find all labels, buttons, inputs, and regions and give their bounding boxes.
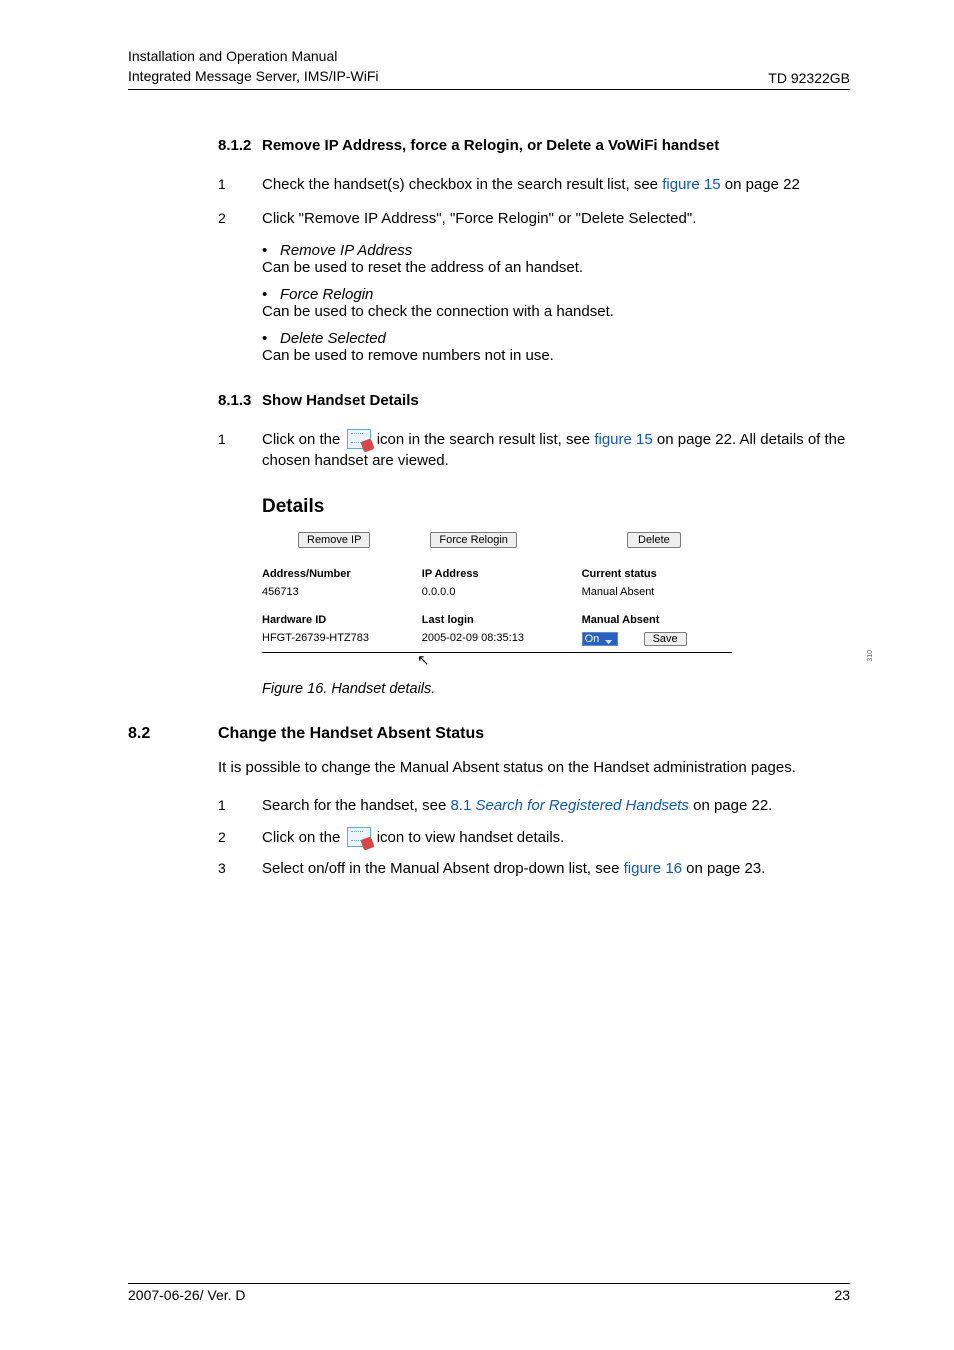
text: Click on the [262,431,345,448]
address-number-label: Address/Number [262,568,412,580]
cursor-icon: ↖ [417,651,732,669]
step-2: 2 Click on the icon to view handset deta… [218,827,850,849]
step-number: 3 [218,858,262,880]
save-button[interactable]: Save [644,632,687,646]
ip-address-label: IP Address [422,568,572,580]
step-number: 1 [218,174,262,196]
link-8-1[interactable]: 8.1 [450,797,475,814]
bullet-dot-icon: • [262,330,280,347]
step-number: 2 [218,827,262,849]
side-marker: 310 [867,650,874,662]
text: on page 22 [721,176,800,193]
section-number: 8.1.3 [218,392,262,409]
text: Search for the handset, see [262,797,450,814]
header-left: Installation and Operation Manual Integr… [128,47,379,86]
page-header: Installation and Operation Manual Integr… [128,47,850,90]
step-number: 2 [218,208,262,230]
page-footer: 2007-06-26/ Ver. D 23 [128,1283,850,1303]
last-login-value: 2005-02-09 08:35:13 [422,632,572,644]
force-relogin-button[interactable]: Force Relogin [430,532,516,548]
link-figure-16[interactable]: figure 16 [624,860,682,877]
text: icon in the search result list, see [373,431,595,448]
text: Select on/off in the Manual Absent drop-… [262,860,624,877]
remove-ip-button[interactable]: Remove IP [298,532,370,548]
bullet-title: Force Relogin [280,286,373,303]
manual-absent-label: Manual Absent [582,614,732,626]
link-figure-15[interactable]: figure 15 [594,431,652,448]
details-button-row: Remove IP Force Relogin Delete [262,532,732,548]
figure-caption: Figure 16. Handset details. [262,681,850,697]
bullet-title: Delete Selected [280,330,386,347]
header-line1: Installation and Operation Manual [128,47,379,67]
bullet-dot-icon: • [262,242,280,259]
step-text: Select on/off in the Manual Absent drop-… [262,858,850,880]
bullet-desc: Can be used to reset the address of an h… [262,259,850,276]
step-number: 1 [218,429,262,473]
text: icon to view handset details. [373,829,565,846]
text: on page 22. [689,797,772,814]
heading-8-1-2: 8.1.2 Remove IP Address, force a Relogin… [218,137,850,154]
hardware-id-label: Hardware ID [262,614,412,626]
section-number: 8.2 [128,725,218,743]
step-text: Click on the icon to view handset detail… [262,827,850,849]
text: Click on the [262,829,345,846]
ip-address-value: 0.0.0.0 [422,586,572,598]
bullet-force-relogin: •Force Relogin Can be used to check the … [262,286,850,320]
step-1: 1 Check the handset(s) checkbox in the s… [218,174,850,196]
current-status-label: Current status [582,568,732,580]
page-content: 8.1.2 Remove IP Address, force a Relogin… [128,137,850,880]
section-title: Remove IP Address, force a Relogin, or D… [262,137,850,154]
last-login-label: Last login [422,614,572,626]
section-title: Change the Handset Absent Status [218,725,850,743]
step-text: Search for the handset, see 8.1 Search f… [262,795,850,817]
bullet-dot-icon: • [262,286,280,303]
step-text: Check the handset(s) checkbox in the sea… [262,174,850,196]
details-panel: Details Remove IP Force Relogin Delete A… [262,496,732,669]
details-title: Details [262,496,732,518]
edit-note-icon [347,827,371,847]
step-3: 3 Select on/off in the Manual Absent dro… [218,858,850,880]
footer-left: 2007-06-26/ Ver. D [128,1287,246,1303]
step-text: Click on the icon in the search result l… [262,429,850,473]
step-2: 2 Click "Remove IP Address", "Force Relo… [218,208,850,230]
section-number: 8.1.2 [218,137,262,154]
heading-8-1-3: 8.1.3 Show Handset Details [218,392,850,409]
details-row-2: Hardware ID HFGT-26739-HTZ783 Last login… [262,614,732,653]
delete-button[interactable]: Delete [627,532,681,548]
link-search-registered[interactable]: Search for Registered Handsets [475,797,688,814]
step-text: Click "Remove IP Address", "Force Relogi… [262,208,850,230]
section-title: Show Handset Details [262,392,850,409]
edit-note-icon [347,429,371,449]
text: Check the handset(s) checkbox in the sea… [262,176,662,193]
step-number: 1 [218,795,262,817]
bullet-title: Remove IP Address [280,242,412,259]
bullet-desc: Can be used to remove numbers not in use… [262,347,850,364]
bullet-list: •Remove IP Address Can be used to reset … [262,242,850,364]
step-1: 1 Search for the handset, see 8.1 Search… [218,795,850,817]
bullet-delete-selected: •Delete Selected Can be used to remove n… [262,330,850,364]
footer-right: 23 [834,1287,850,1303]
details-row-1: Address/Number 456713 IP Address 0.0.0.0… [262,568,732,598]
header-right: TD 92322GB [768,70,850,86]
figure-16: Details Remove IP Force Relogin Delete A… [262,496,850,697]
intro-paragraph: It is possible to change the Manual Abse… [218,757,850,779]
bullet-remove-ip: •Remove IP Address Can be used to reset … [262,242,850,276]
header-line2: Integrated Message Server, IMS/IP-WiFi [128,67,379,87]
bullet-desc: Can be used to check the connection with… [262,303,850,320]
manual-absent-select[interactable]: On [582,632,618,646]
address-number-value: 456713 [262,586,412,598]
current-status-value: Manual Absent [582,586,732,598]
step-1: 1 Click on the icon in the search result… [218,429,850,473]
heading-8-2: 8.2 Change the Handset Absent Status [128,725,850,743]
text: on page 23. [682,860,765,877]
hardware-id-value: HFGT-26739-HTZ783 [262,632,412,644]
link-figure-15[interactable]: figure 15 [662,176,720,193]
